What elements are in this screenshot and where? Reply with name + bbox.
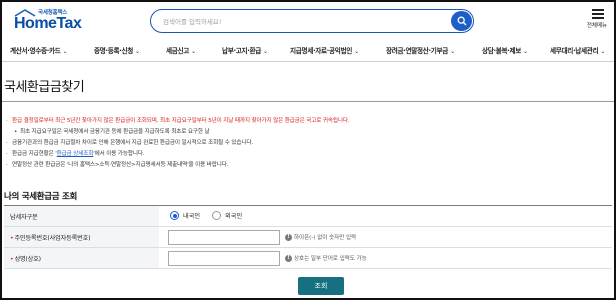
title-divider [2, 101, 614, 102]
page-title: 국세환급금찾기 [4, 80, 85, 95]
info-icon: ! [285, 254, 292, 262]
taxpayer-type-row: 납세자구분 내국인 외국인 [4, 206, 612, 227]
search-icon [457, 16, 466, 26]
nav-item[interactable]: 장려금·연말정산·기부금 ⌄ [386, 45, 455, 55]
chevron-down-icon: ⌄ [191, 48, 196, 55]
section-title: 나의 국세환급금 조회 [4, 192, 77, 202]
logo-wordmark: HomeTax [14, 15, 82, 32]
name-hint: ! 상호는 일부 단어로 입력도 가능 [285, 254, 367, 262]
nav-item[interactable]: 증명·등록·신청 ⌄ [94, 45, 140, 55]
chevron-down-icon: ⌄ [523, 48, 528, 55]
chevron-down-icon: ⌄ [135, 48, 140, 55]
search-input[interactable] [163, 14, 433, 29]
radio-domestic[interactable]: 내국인 [170, 211, 200, 220]
notice-item: • 최초 지급요구일은 국세청에서 금융기관 등에 환급금을 지급하도록 최초로 … [14, 129, 210, 135]
search-button[interactable] [451, 11, 472, 31]
radio-foreign[interactable]: 외국인 [212, 211, 242, 220]
nav-item[interactable]: 상담·불복·제보 ⌄ [482, 45, 528, 55]
id-number-row: •주민등록번호(사업자등록번호) ! 하이픈(-) 없이 숫자만 입력 [4, 227, 612, 248]
refund-search-form: 납세자구분 내국인 외국인 •주민등록번호(사업자등록번호) ! 하이픈(-) 없… [4, 205, 612, 269]
chevron-down-icon: ⌄ [263, 48, 268, 55]
nav-item[interactable]: 세무대리·납세관리 ⌄ [550, 45, 605, 55]
chevron-down-icon: ⌄ [600, 48, 606, 55]
hometax-logo[interactable]: 국세청홈택스 HomeTax [10, 8, 90, 36]
search-submit-button[interactable]: 조회 [298, 277, 344, 295]
nav-item[interactable]: 납부·고지·환급 ⌄ [222, 45, 268, 55]
header: 국세청홈택스 HomeTax 전체메뉴 [2, 2, 614, 38]
nav-item[interactable]: 계산서·영수증·카드 ⌄ [10, 45, 68, 55]
nav-item[interactable]: 세금신고 ⌄ [166, 45, 196, 55]
notice-item: · 환급금 지급현황은 '환급금 상세조회'에서 이용 가능합니다. [6, 151, 145, 157]
notice-item: · 환급 결정일로부터 최근 5년간 찾아가지 않은 환급금이 조회되며, 최초 … [6, 118, 350, 124]
all-menu-button[interactable]: 전체메뉴 [585, 8, 611, 34]
name-label: •성명(상호) [4, 248, 159, 268]
id-number-label: •주민등록번호(사업자등록번호) [4, 227, 159, 247]
info-icon: ! [285, 233, 292, 241]
id-number-hint: ! 하이픈(-) 없이 숫자만 입력 [285, 233, 356, 241]
chevron-down-icon: ⌄ [354, 48, 359, 55]
main-nav: 계산서·영수증·카드 ⌄ 증명·등록·신청 ⌄ 세금신고 ⌄ 납부·고지·환급 ⌄ 지급명세·자… [2, 38, 614, 62]
name-input[interactable] [168, 251, 280, 266]
chevron-down-icon: ⌄ [450, 48, 455, 55]
name-row: •성명(상호) ! 상호는 일부 단어로 입력도 가능 [4, 248, 612, 269]
chevron-down-icon: ⌄ [62, 48, 68, 55]
notice-list: · 환급 결정일로부터 최근 5년간 찾아가지 않은 환급금이 조회되며, 최초 … [6, 116, 606, 171]
radio-unchecked-icon [212, 211, 222, 220]
taxpayer-type-radio-group: 내국인 외국인 [170, 211, 254, 220]
all-menu-label: 전체메뉴 [586, 23, 608, 29]
id-number-input[interactable] [168, 230, 280, 245]
refund-detail-link[interactable]: 환급금 상세조회 [57, 151, 94, 157]
taxpayer-type-label: 납세자구분 [4, 206, 159, 226]
radio-checked-icon [170, 211, 179, 220]
nav-item[interactable]: 지급명세·자료·공익법인 ⌄ [290, 45, 359, 55]
search-box [150, 9, 474, 33]
notice-item: · 금융기관과의 환급금 지급절차 차이로 인해 은행에서 지급 완료한 환급금이… [6, 140, 254, 146]
hamburger-icon [592, 9, 604, 19]
notice-item: · 연말정산 관련 환급금은 '나의 홈택스>소득·연말정산>지급명세서등 제출내… [6, 162, 229, 168]
